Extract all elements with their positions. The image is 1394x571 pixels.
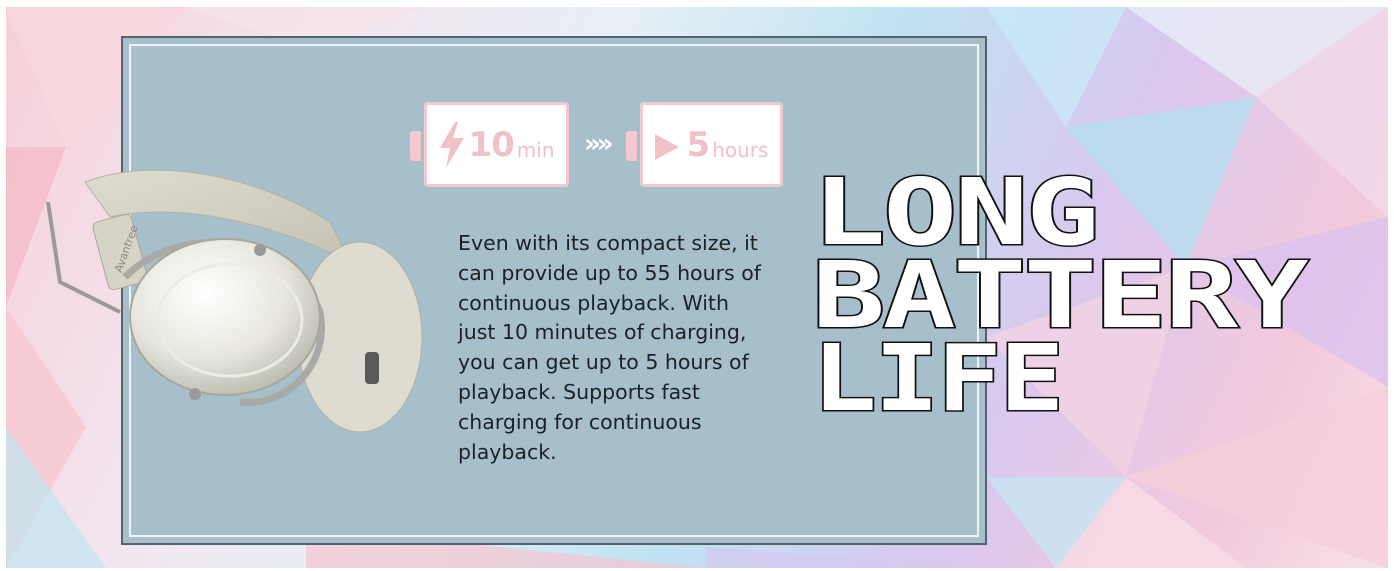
play-time-value: 5	[686, 124, 711, 165]
headline-long-battery-life: LONG BATTERY LIFE	[812, 164, 1313, 414]
charge-badge-tab	[410, 131, 421, 161]
play-time-unit: hours	[712, 137, 769, 162]
headphones-product-image: Avantree	[46, 169, 423, 433]
charge-time-value: 10	[468, 124, 514, 165]
play-time-badge: 5 hours	[640, 102, 783, 187]
charge-time-unit: min	[516, 137, 555, 162]
play-badge-tab	[626, 131, 637, 161]
lightning-bolt-icon	[440, 121, 465, 168]
battery-banner: Avantree 10 min »» 5 hours Even with its…	[6, 7, 1388, 568]
play-triangle-icon	[654, 133, 679, 160]
battery-description: Even with its compact size, it can provi…	[458, 231, 761, 464]
headline-line-3: LIFE	[812, 325, 1062, 414]
triple-chevron-right-icon: »»	[584, 129, 614, 159]
charge-time-badge: 10 min	[424, 102, 569, 187]
